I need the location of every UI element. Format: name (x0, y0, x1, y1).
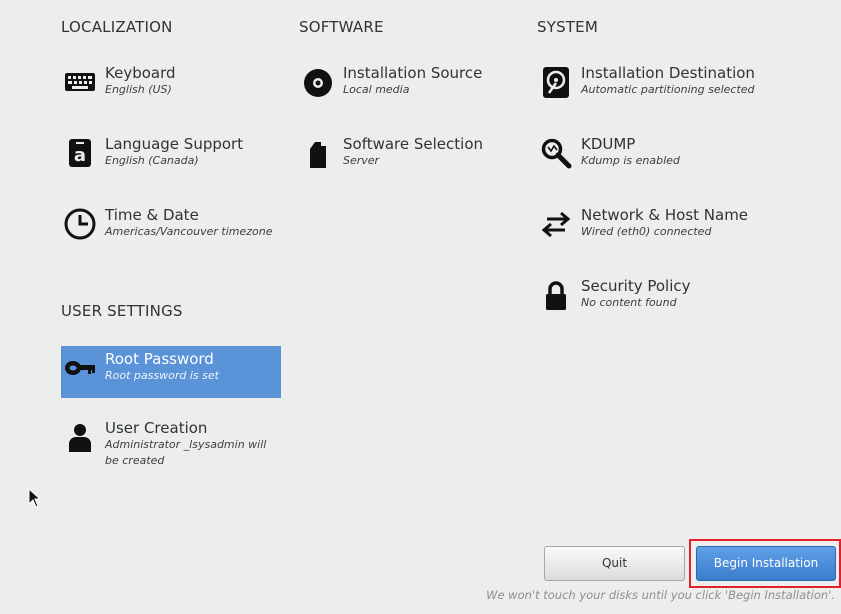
section-title-software: SOFTWARE (299, 18, 384, 36)
keyboard-icon (63, 65, 97, 99)
spoke-title: KDUMP (581, 135, 636, 153)
section-title-localization: LOCALIZATION (61, 18, 173, 36)
spoke-status: English (Canada) (105, 154, 199, 167)
spoke-status: Root password is set (105, 369, 219, 382)
key-icon (63, 351, 97, 385)
spoke-status: English (US) (105, 83, 172, 96)
lock-icon (539, 278, 573, 312)
spoke-network-host-name[interactable]: Network & Host Name Wired (eth0) connect… (537, 202, 757, 254)
spoke-time-date[interactable]: Time & Date Americas/Vancouver timezone (61, 202, 281, 254)
spoke-keyboard[interactable]: Keyboard English (US) (61, 60, 281, 112)
user-icon (63, 420, 97, 454)
language-icon: a (63, 136, 97, 170)
spoke-title: User Creation (105, 419, 208, 437)
spoke-title: Network & Host Name (581, 206, 749, 224)
spoke-title: Software Selection (343, 135, 484, 153)
spoke-kdump[interactable]: KDUMP Kdump is enabled (537, 131, 757, 183)
harddisk-icon (539, 65, 573, 99)
spoke-language-support[interactable]: a Language Support English (Canada) (61, 131, 281, 183)
spoke-status: Administrator _lsysadmin will be created (105, 438, 267, 467)
section-title-system: SYSTEM (537, 18, 598, 36)
quit-button[interactable]: Quit (544, 546, 685, 581)
spoke-title: Security Policy (581, 277, 691, 295)
footer-note: We won't touch your disks until you clic… (486, 588, 835, 602)
spoke-status: Kdump is enabled (581, 154, 680, 167)
spoke-title: Installation Destination (581, 64, 755, 82)
svg-text:a: a (74, 145, 86, 166)
spoke-installation-destination[interactable]: Installation Destination Automatic parti… (537, 60, 757, 112)
spoke-status: Server (343, 154, 380, 167)
spoke-title: Language Support (105, 135, 244, 153)
spoke-status: No content found (581, 296, 677, 309)
section-title-user-settings: USER SETTINGS (61, 302, 183, 320)
package-icon (301, 136, 335, 170)
begin-installation-button[interactable]: Begin Installation (696, 546, 836, 581)
spoke-installation-source[interactable]: Installation Source Local media (299, 60, 519, 112)
installation-summary: LOCALIZATION SOFTWARE SYSTEM USER SETTIN… (0, 0, 841, 614)
spoke-status: Wired (eth0) connected (581, 225, 712, 238)
magnifier-icon (539, 136, 573, 170)
mouse-pointer-icon (28, 488, 42, 508)
spoke-status: Americas/Vancouver timezone (105, 225, 273, 238)
spoke-software-selection[interactable]: Software Selection Server (299, 131, 519, 183)
spoke-status: Automatic partitioning selected (581, 83, 755, 96)
spoke-title: Keyboard (105, 64, 176, 82)
clock-icon (63, 207, 97, 241)
spoke-root-password[interactable]: Root Password Root password is set (61, 346, 281, 398)
network-arrows-icon (539, 207, 573, 241)
spoke-title: Root Password (105, 350, 214, 368)
disc-icon (301, 65, 335, 99)
spoke-status: Local media (343, 83, 410, 96)
spoke-title: Installation Source (343, 64, 483, 82)
spoke-user-creation[interactable]: User Creation Administrator _lsysadmin w… (61, 415, 281, 475)
spoke-title: Time & Date (105, 206, 199, 224)
spoke-security-policy[interactable]: Security Policy No content found (537, 273, 757, 325)
